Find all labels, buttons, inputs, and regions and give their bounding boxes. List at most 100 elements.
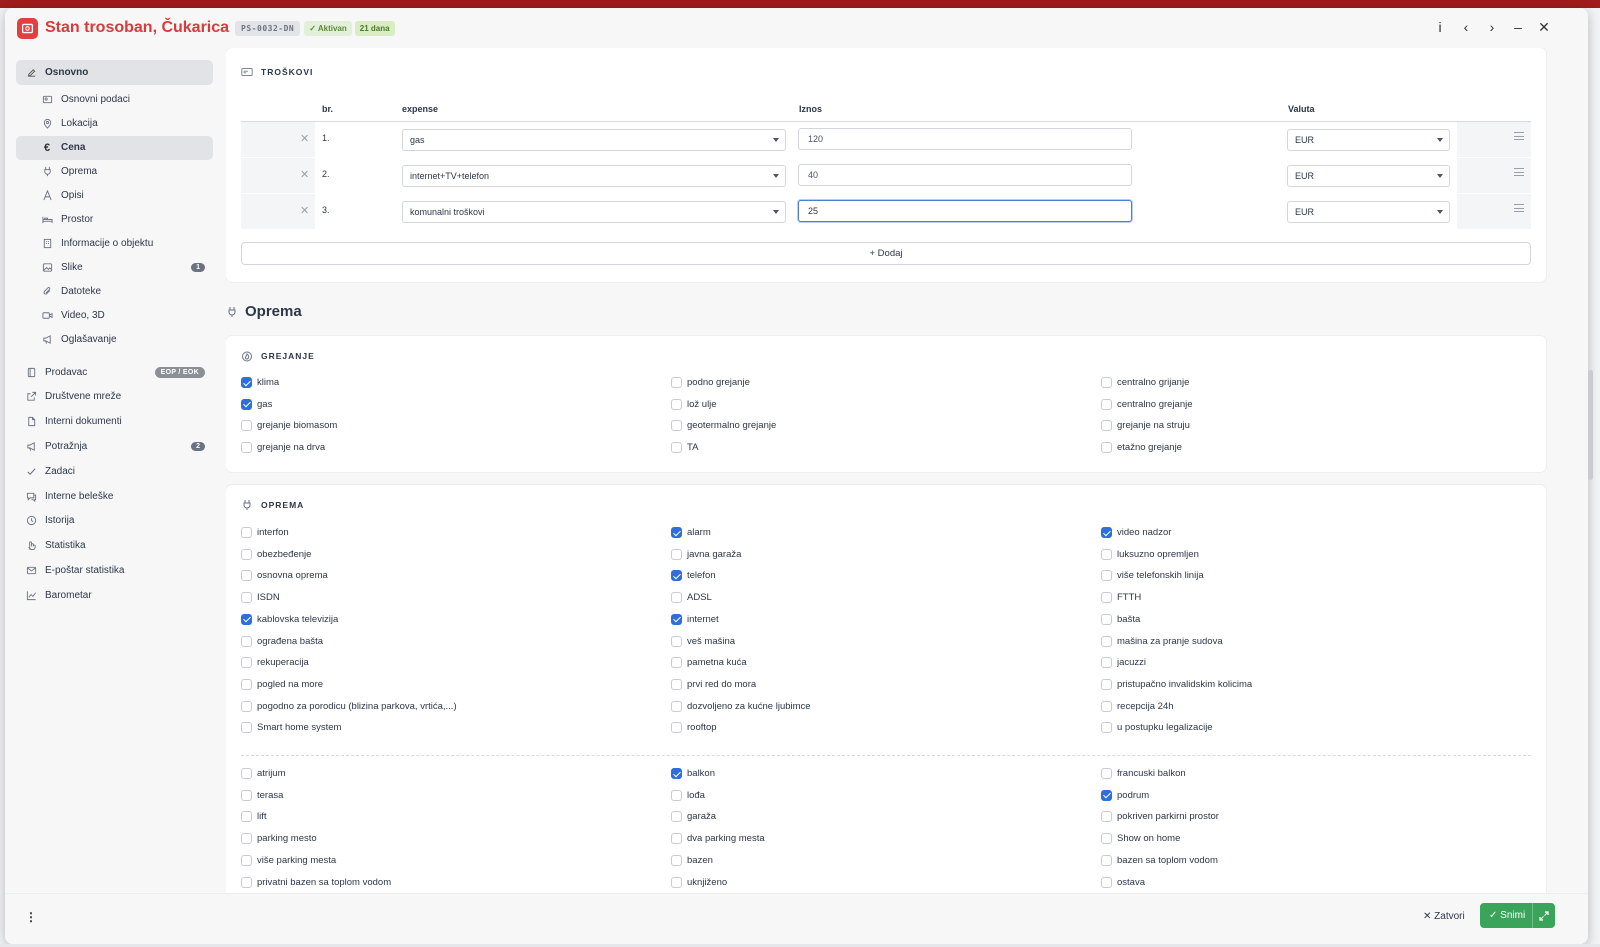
currency-select[interactable]: EUR (1287, 165, 1450, 187)
checkbox-unchecked[interactable] (1101, 613, 1112, 625)
checkbox-unchecked[interactable] (671, 854, 682, 866)
checkbox-item[interactable]: Show on home (1101, 833, 1180, 845)
checkbox-item[interactable]: javna garaža (671, 548, 741, 560)
checkbox-item[interactable]: parking mesto (241, 833, 317, 845)
checkbox-unchecked[interactable] (241, 833, 252, 845)
checkbox-item[interactable]: više telefonskih linija (1101, 570, 1204, 582)
expense-type-select[interactable]: komunalni troškovi (402, 201, 786, 223)
checkbox-item[interactable]: atrijum (241, 768, 286, 779)
content-scrollbar[interactable] (1588, 370, 1593, 480)
minimize-icon[interactable]: – (1512, 20, 1524, 34)
checkbox-item[interactable]: balkon (671, 768, 715, 779)
remove-row-icon[interactable]: ✕ (300, 132, 309, 145)
checkbox-unchecked[interactable] (1101, 768, 1112, 779)
checkbox-item[interactable]: pametna kuća (671, 657, 747, 669)
checkbox-item[interactable]: TA (671, 442, 698, 454)
sidebar-item-interni-dokumenti[interactable]: Interni dokumenti (16, 409, 213, 434)
checkbox-item[interactable]: podno grejanje (671, 377, 750, 388)
checkbox-item[interactable]: ISDN (241, 592, 280, 604)
checkbox-item[interactable]: lift (241, 811, 267, 823)
checkbox-checked[interactable] (241, 377, 252, 388)
info-icon[interactable]: i (1434, 20, 1446, 34)
drag-handle-icon[interactable] (1514, 204, 1524, 215)
checkbox-unchecked[interactable] (241, 722, 252, 734)
drag-handle-icon[interactable] (1514, 168, 1524, 179)
checkbox-unchecked[interactable] (241, 527, 252, 538)
checkbox-checked[interactable] (1101, 527, 1112, 538)
sidebar-item-oprema[interactable]: Oprema (16, 160, 213, 184)
checkbox-checked[interactable] (671, 768, 682, 779)
checkbox-unchecked[interactable] (671, 657, 682, 669)
checkbox-unchecked[interactable] (241, 700, 252, 712)
checkbox-unchecked[interactable] (241, 592, 252, 604)
checkbox-item[interactable]: Smart home system (241, 722, 341, 734)
checkbox-unchecked[interactable] (671, 833, 682, 845)
checkbox-unchecked[interactable] (241, 442, 252, 454)
checkbox-unchecked[interactable] (241, 657, 252, 669)
checkbox-item[interactable]: pristupačno invalidskim kolicima (1101, 678, 1252, 690)
checkbox-unchecked[interactable] (671, 398, 682, 410)
checkbox-item[interactable]: lož ulje (671, 398, 717, 410)
sidebar-item-interne-beleske[interactable]: Interne beleške (16, 484, 213, 509)
checkbox-item[interactable]: telefon (671, 570, 716, 582)
sidebar-item-cena[interactable]: € Cena (16, 135, 213, 160)
sidebar-item-e-postar-statistika[interactable]: E-poštar statistika (16, 558, 213, 583)
currency-select[interactable]: EUR (1287, 201, 1450, 223)
checkbox-item[interactable]: grejanje biomasom (241, 420, 337, 432)
sidebar-item-zadaci[interactable]: Zadaci (16, 459, 213, 484)
checkbox-checked[interactable] (671, 570, 682, 582)
checkbox-item[interactable]: francuski balkon (1101, 768, 1186, 779)
checkbox-unchecked[interactable] (241, 768, 252, 779)
checkbox-item[interactable]: alarm (671, 527, 711, 538)
amount-input[interactable]: 40 (798, 164, 1132, 186)
checkbox-item[interactable]: lođa (671, 789, 705, 801)
amount-input[interactable]: 25 (798, 200, 1132, 222)
checkbox-item[interactable]: ograđena bašta (241, 635, 323, 647)
checkbox-unchecked[interactable] (671, 592, 682, 604)
checkbox-item[interactable]: dozvoljeno za kućne ljubimce (671, 700, 811, 712)
sidebar-item-opisi[interactable]: Opisi (16, 184, 213, 208)
checkbox-item[interactable]: dva parking mesta (671, 833, 765, 845)
checkbox-item[interactable]: bazen (671, 854, 713, 866)
checkbox-unchecked[interactable] (1101, 811, 1112, 823)
checkbox-unchecked[interactable] (1101, 377, 1112, 388)
amount-input[interactable]: 120 (798, 128, 1132, 150)
checkbox-item[interactable]: osnovna oprema (241, 570, 328, 582)
checkbox-unchecked[interactable] (671, 420, 682, 432)
checkbox-unchecked[interactable] (1101, 548, 1112, 560)
checkbox-item[interactable]: pogled na more (241, 678, 323, 690)
checkbox-item[interactable]: veš mašina (671, 635, 735, 647)
checkbox-unchecked[interactable] (1101, 592, 1112, 604)
checkbox-item[interactable]: geotermalno grejanje (671, 420, 776, 432)
save-button[interactable]: ✓ Snimi (1480, 903, 1555, 928)
checkbox-unchecked[interactable] (1101, 833, 1112, 845)
checkbox-item[interactable]: podrum (1101, 789, 1149, 801)
currency-select[interactable]: EUR (1287, 129, 1450, 151)
checkbox-item[interactable]: u postupku legalizacije (1101, 722, 1213, 734)
sidebar-item-oglasavanje[interactable]: Oglašavanje (16, 328, 213, 352)
previous-icon[interactable]: ‹ (1460, 20, 1472, 34)
checkbox-item[interactable]: više parking mesta (241, 854, 336, 866)
checkbox-item[interactable]: recepcija 24h (1101, 700, 1174, 712)
checkbox-unchecked[interactable] (671, 377, 682, 388)
checkbox-unchecked[interactable] (671, 548, 682, 560)
checkbox-unchecked[interactable] (241, 635, 252, 647)
checkbox-item[interactable]: jacuzzi (1101, 657, 1146, 669)
sidebar-item-slike[interactable]: Slike 1 (16, 256, 213, 280)
checkbox-unchecked[interactable] (1101, 700, 1112, 712)
checkbox-item[interactable]: centralno grijanje (1101, 377, 1189, 388)
checkbox-unchecked[interactable] (671, 678, 682, 690)
checkbox-checked[interactable] (241, 398, 252, 410)
checkbox-item[interactable]: pokriven parkirni prostor (1101, 811, 1219, 823)
checkbox-item[interactable]: grejanje na drva (241, 442, 325, 454)
checkbox-item[interactable]: ostava (1101, 876, 1145, 888)
checkbox-checked[interactable] (241, 613, 252, 625)
checkbox-item[interactable]: centralno grejanje (1101, 398, 1193, 410)
checkbox-checked[interactable] (671, 613, 682, 625)
checkbox-unchecked[interactable] (241, 789, 252, 801)
checkbox-item[interactable]: grejanje na struju (1101, 420, 1190, 432)
sidebar-item-prostor[interactable]: Prostor (16, 208, 213, 232)
remove-row-icon[interactable]: ✕ (300, 204, 309, 217)
sidebar-item-prodavac[interactable]: Prodavac EOP / EOK (16, 360, 213, 385)
checkbox-item[interactable]: rooftop (671, 722, 717, 734)
